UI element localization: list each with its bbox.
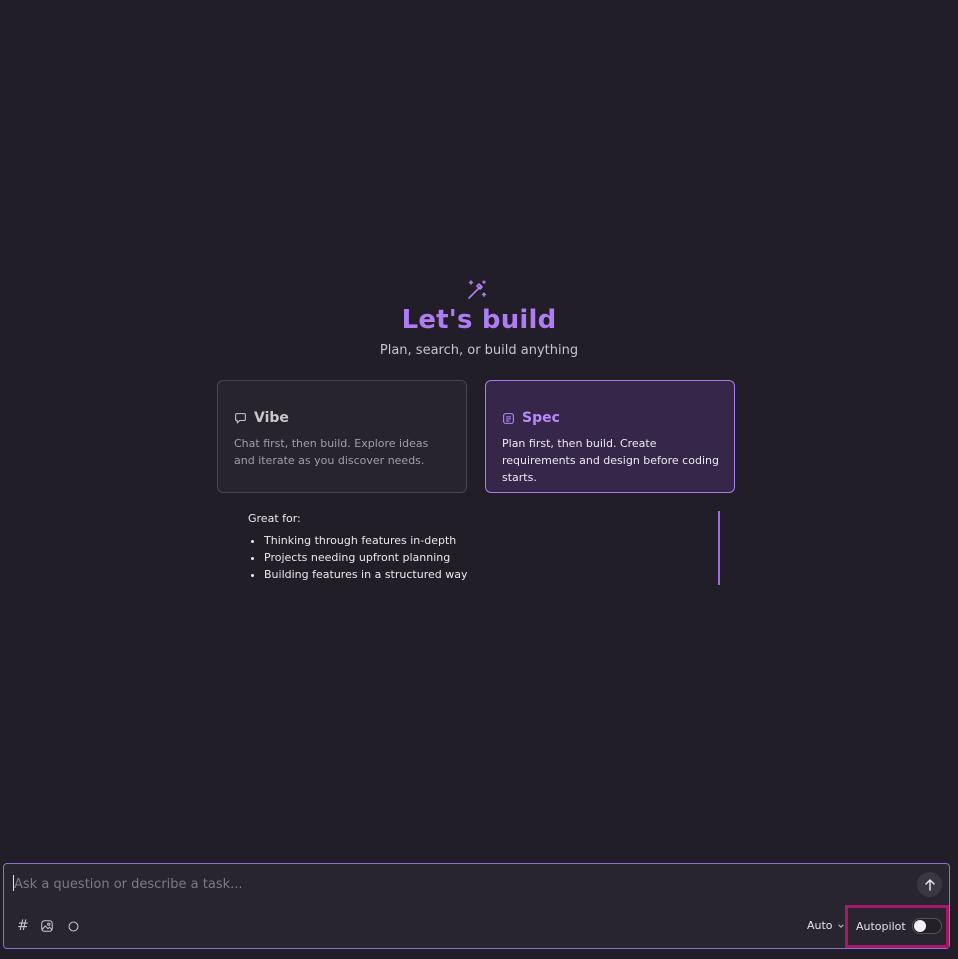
arrow-up-icon	[924, 878, 935, 891]
document-list-icon	[503, 412, 514, 424]
list-item: Projects needing upfront planning	[264, 549, 467, 566]
text-caret	[13, 875, 14, 891]
mode-card-spec[interactable]: Spec Plan first, then build. Create requ…	[485, 380, 735, 493]
page-subtitle: Plan, search, or build anything	[379, 343, 579, 358]
chat-input[interactable]	[12, 873, 896, 895]
list-item: Building features in a structured way	[264, 566, 467, 583]
page-title: Let's build	[401, 305, 557, 335]
mode-card-description: Chat first, then build. Explore ideas an…	[234, 437, 429, 467]
model-select[interactable]: Auto	[807, 919, 845, 932]
circle-icon[interactable]	[65, 918, 81, 934]
list-item: Thinking through features in-depth	[264, 532, 467, 549]
mode-card-title: Spec	[522, 410, 560, 426]
great-for-list: Thinking through features in-depth Proje…	[248, 532, 467, 583]
toggle-knob	[913, 920, 926, 932]
mode-card-description: Plan first, then build. Create requireme…	[502, 437, 719, 484]
toggle-switch[interactable]	[911, 918, 942, 934]
mode-card-title: Vibe	[254, 410, 289, 426]
model-select-value: Auto	[807, 919, 833, 932]
chat-bubble-icon	[235, 412, 246, 423]
chat-composer: # Auto Autopilot	[3, 863, 950, 949]
hash-icon[interactable]: #	[15, 918, 31, 934]
magic-wand-icon	[468, 280, 487, 299]
chevron-down-icon	[837, 923, 844, 928]
send-button[interactable]	[917, 872, 942, 897]
autopilot-toggle[interactable]: Autopilot	[856, 918, 942, 934]
great-for-label: Great for:	[248, 512, 301, 525]
autopilot-label: Autopilot	[856, 919, 906, 933]
accent-divider	[718, 511, 720, 585]
image-icon[interactable]	[39, 918, 55, 934]
great-for-section: Great for: Thinking through features in-…	[248, 512, 467, 583]
mode-card-vibe[interactable]: Vibe Chat first, then build. Explore ide…	[217, 380, 467, 493]
